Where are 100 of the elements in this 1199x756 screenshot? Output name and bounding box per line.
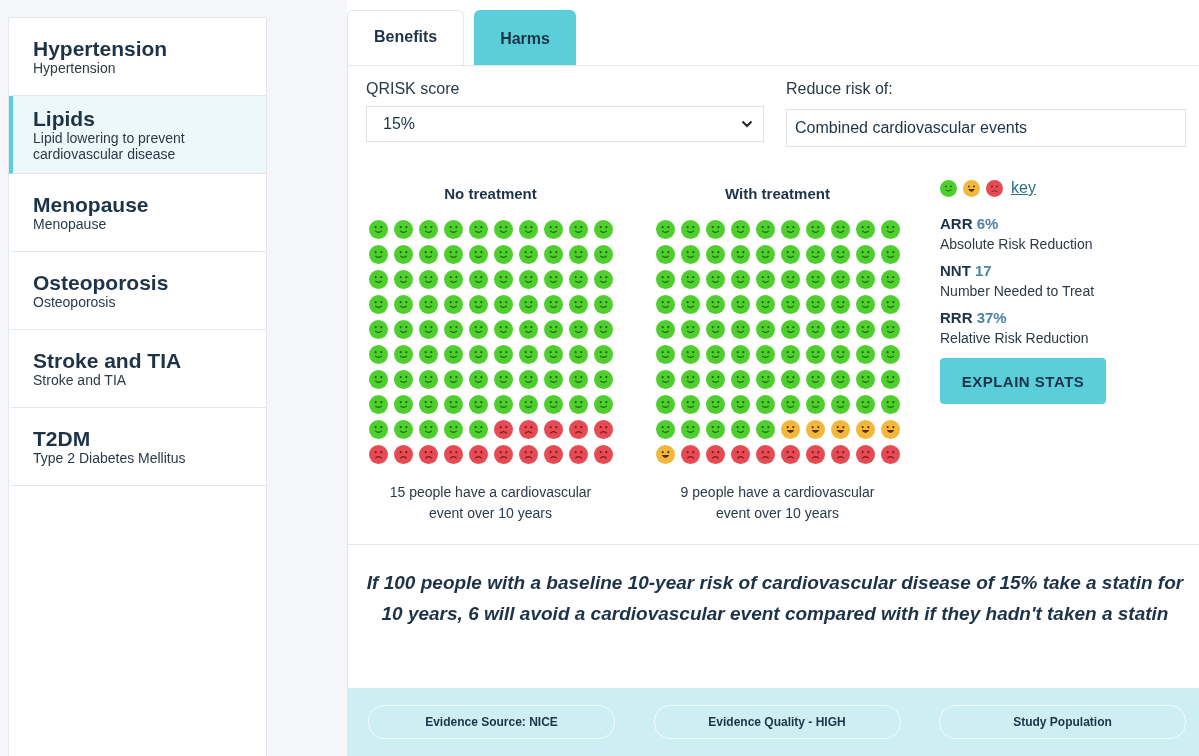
frown-face-icon (518, 445, 538, 464)
smile-face-icon (568, 320, 588, 339)
smile-face-icon (393, 270, 413, 289)
smile-face-icon (493, 345, 513, 364)
item-subtitle: Type 2 Diabetes Mellitus (33, 449, 187, 466)
smile-face-icon (368, 270, 388, 289)
smile-face-icon (655, 345, 675, 364)
smile-face-icon (755, 220, 775, 239)
smile-face-icon (568, 395, 588, 414)
smile-face-icon (705, 245, 725, 264)
item-title: T2DM (33, 427, 92, 450)
stat-heading: ARR 6% (940, 215, 1000, 232)
smile-face-icon (755, 320, 775, 339)
smile-face-icon (518, 220, 538, 239)
qrisk-select[interactable]: 15% (366, 106, 764, 142)
smile-face-icon (655, 320, 675, 339)
stat-heading: NNT 17 (940, 262, 993, 279)
frown-face-icon (568, 420, 588, 439)
smile-face-icon (493, 295, 513, 314)
evidence-pill[interactable]: Evidence Source: NICE (368, 705, 615, 739)
tab[interactable]: Benefits (347, 10, 465, 65)
smile-face-icon (393, 370, 413, 389)
smile-face-icon (705, 345, 725, 364)
smile-face-icon (493, 395, 513, 414)
reduce-risk-field[interactable]: Combined cardiovascular events (786, 109, 1186, 147)
smile-face-icon (780, 220, 800, 239)
smile-face-icon (518, 320, 538, 339)
summary-text: If 100 people with a baseline 10-year risk of cardiovascular disease of 15% take a statin for 10 years, 6 will avoid a cardiovascular event compared with if they hadn't taken a statin (366, 571, 1184, 626)
item-title: Hypertension (33, 37, 169, 60)
chevron-down-icon (741, 120, 753, 128)
smile-face-icon (755, 395, 775, 414)
smile-face-icon (493, 245, 513, 264)
frown-face-icon (468, 445, 488, 464)
smile-face-icon (468, 320, 488, 339)
smile-face-icon (830, 370, 850, 389)
field-label: QRISK score (366, 80, 461, 98)
grin-face-icon (830, 420, 850, 439)
smile-face-icon (393, 395, 413, 414)
smile-face-icon (880, 295, 900, 314)
smile-face-icon (568, 220, 588, 239)
item-subtitle: Menopause (33, 215, 107, 232)
smile-face-icon (680, 320, 700, 339)
smile-face-icon (393, 420, 413, 439)
frown-face-icon (443, 445, 463, 464)
item-subtitle: Osteoporosis (33, 293, 116, 310)
smile-face-icon (543, 245, 563, 264)
smile-face-icon (468, 295, 488, 314)
smile-face-icon (830, 245, 850, 264)
tab[interactable]: Harms (474, 10, 576, 65)
smile-face-icon (680, 295, 700, 314)
smile-face-icon (568, 270, 588, 289)
smile-face-icon (880, 245, 900, 264)
smile-face-icon (780, 370, 800, 389)
smile-face-icon (855, 345, 875, 364)
smile-face-icon (493, 220, 513, 239)
frown-face-icon (755, 445, 775, 464)
smile-face-icon (830, 220, 850, 239)
grid-caption: 15 people have a cardiovascular event over 10 years (388, 483, 593, 523)
sidebar-item[interactable]: Lipids Lipid lowering to prevent cardiovascular disease (9, 96, 266, 174)
smile-face-icon (518, 345, 538, 364)
smile-face-icon (805, 295, 825, 314)
frown-face-icon (543, 420, 563, 439)
smile-face-icon (830, 295, 850, 314)
stat-description: Absolute Risk Reduction (940, 236, 1094, 252)
smile-face-icon (468, 420, 488, 439)
smile-face-icon (518, 245, 538, 264)
smile-face-icon (368, 245, 388, 264)
explain-stats-button[interactable]: EXPLAIN STATS (940, 358, 1106, 404)
grin-face-icon (780, 420, 800, 439)
smile-face-icon (780, 320, 800, 339)
smile-face-icon (368, 420, 388, 439)
item-subtitle: Lipid lowering to prevent cardiovascular disease (33, 129, 186, 162)
smile-face-icon (730, 320, 750, 339)
smile-face-icon (730, 270, 750, 289)
smile-face-icon (368, 220, 388, 239)
evidence-pill[interactable]: Study Population (939, 705, 1186, 739)
smile-face-icon (368, 345, 388, 364)
smile-face-icon (443, 320, 463, 339)
stat-description: Relative Risk Reduction (940, 330, 1090, 346)
smile-face-icon (655, 270, 675, 289)
smile-face-icon (655, 245, 675, 264)
smile-face-icon (755, 295, 775, 314)
frown-face-icon (780, 445, 800, 464)
smile-face-icon (680, 370, 700, 389)
item-subtitle: Stroke and TIA (33, 371, 128, 388)
smile-face-icon (730, 370, 750, 389)
smile-face-icon (418, 245, 438, 264)
smile-face-icon (705, 295, 725, 314)
smile-face-icon (593, 395, 613, 414)
smile-face-icon (418, 220, 438, 239)
evidence-pill[interactable]: Evidence Quality - HIGH (653, 705, 901, 739)
smile-face-icon (443, 345, 463, 364)
grin-face-icon (805, 420, 825, 439)
smile-face-icon (730, 395, 750, 414)
smile-face-icon (418, 295, 438, 314)
smile-face-icon (680, 420, 700, 439)
item-subtitle: Hypertension (33, 59, 116, 76)
smile-face-icon (940, 179, 957, 197)
smile-face-icon (730, 420, 750, 439)
key-link[interactable]: key (1011, 179, 1036, 197)
